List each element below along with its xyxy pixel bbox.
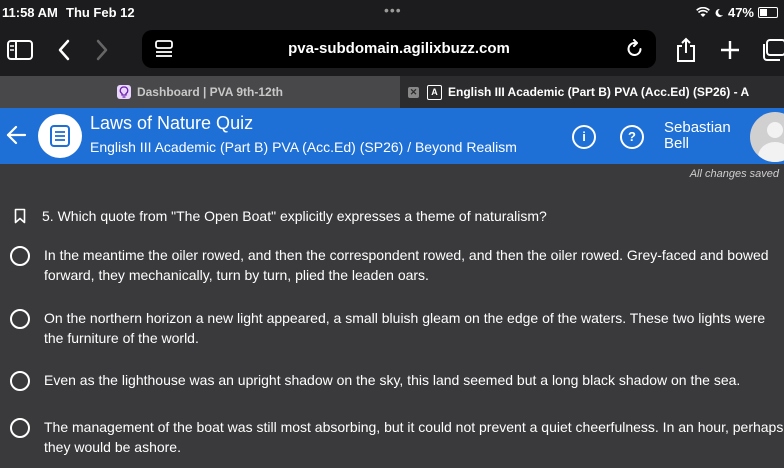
back-arrow-icon[interactable]: [4, 122, 28, 148]
radio-button[interactable]: [10, 418, 30, 438]
tab-bar: Dashboard | PVA 9th-12th ✕ A English III…: [0, 76, 784, 108]
help-icon[interactable]: ?: [620, 125, 644, 149]
wifi-icon: [696, 7, 710, 17]
radio-button[interactable]: [10, 309, 30, 329]
user-last-name: Bell: [664, 135, 690, 152]
tab-label: Dashboard | PVA 9th-12th: [136, 85, 284, 99]
battery-icon: [758, 7, 778, 18]
course-breadcrumb: English III Academic (Part B) PVA (Acc.E…: [90, 139, 517, 155]
browser-toolbar: pva-subdomain.agilixbuzz.com: [0, 26, 784, 76]
quiz-title: Laws of Nature Quiz: [90, 113, 254, 133]
share-icon[interactable]: [670, 34, 702, 66]
url-text[interactable]: pva-subdomain.agilixbuzz.com: [142, 40, 656, 57]
answer-option[interactable]: Even as the lighthouse was an upright sh…: [10, 370, 784, 391]
answer-option[interactable]: The management of the boat was still mos…: [10, 417, 784, 457]
bookmark-icon[interactable]: [14, 208, 26, 224]
info-icon[interactable]: i: [572, 125, 596, 149]
answer-text: On the northern horizon a new light appe…: [44, 310, 766, 346]
user-first-name: Sebastian: [664, 119, 731, 136]
status-bar: 11:58 AM Thu Feb 12 ••• 47%: [0, 0, 784, 26]
close-tab-icon[interactable]: ✕: [408, 86, 419, 98]
moon-icon: [715, 8, 723, 17]
tab-label: English III Academic (Part B) PVA (Acc.E…: [448, 85, 750, 99]
answer-text: In the meantime the oiler rowed, and the…: [44, 247, 769, 283]
reload-icon[interactable]: [626, 39, 644, 59]
battery-percent: 47%: [727, 5, 754, 20]
tab-english-course[interactable]: ✕ A English III Academic (Part B) PVA (A…: [400, 76, 784, 108]
answer-text: Even as the lighthouse was an upright sh…: [44, 372, 741, 388]
address-bar[interactable]: pva-subdomain.agilixbuzz.com: [142, 30, 656, 68]
forward-icon[interactable]: [86, 34, 118, 66]
back-icon[interactable]: [48, 34, 80, 66]
quiz-header: Laws of Nature Quiz English III Academic…: [0, 108, 784, 164]
question-prompt: 5. Which quote from "The Open Boat" expl…: [14, 208, 547, 224]
answer-option[interactable]: On the northern horizon a new light appe…: [10, 308, 784, 348]
quiz-icon: [38, 114, 82, 158]
radio-button[interactable]: [10, 246, 30, 266]
lightbulb-icon: [116, 85, 131, 99]
radio-button[interactable]: [10, 371, 30, 391]
save-status: All changes saved: [689, 168, 779, 180]
sidebar-toggle-icon[interactable]: [4, 34, 36, 66]
avatar[interactable]: [750, 112, 784, 162]
course-favicon-icon: A: [427, 84, 442, 100]
answer-option[interactable]: In the meantime the oiler rowed, and the…: [10, 245, 784, 285]
tab-overview-icon[interactable]: [758, 34, 784, 66]
question-text: 5. Which quote from "The Open Boat" expl…: [42, 208, 547, 224]
status-indicators: 47%: [696, 5, 778, 20]
new-tab-icon[interactable]: [714, 34, 746, 66]
clock: 11:58 AM: [2, 5, 58, 20]
date: Thu Feb 12: [66, 5, 135, 20]
user-name[interactable]: Sebastian Bell: [664, 120, 731, 152]
answer-text: The management of the boat was still mos…: [44, 419, 784, 455]
multitasking-dots-icon[interactable]: •••: [384, 2, 402, 18]
tab-dashboard[interactable]: Dashboard | PVA 9th-12th: [0, 76, 400, 108]
